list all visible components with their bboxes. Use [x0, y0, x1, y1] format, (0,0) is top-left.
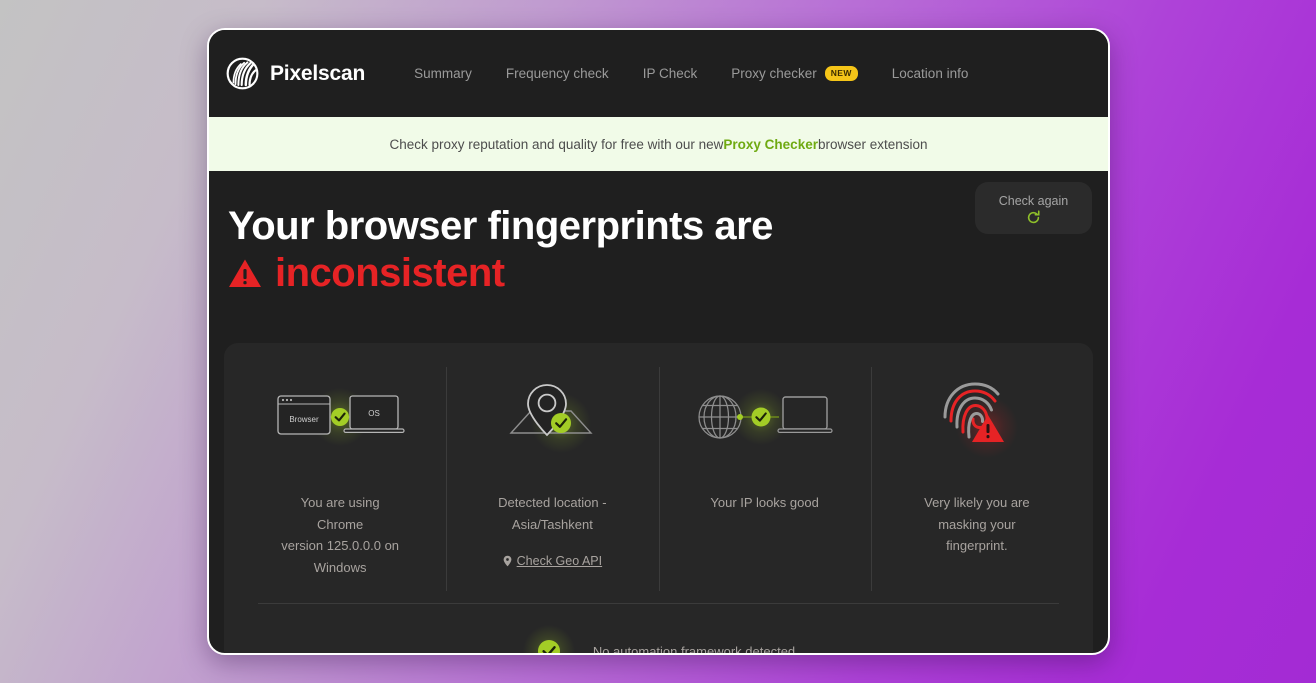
- location-pin-icon: [503, 555, 512, 567]
- card-text-line: masking your: [924, 514, 1030, 536]
- globe-to-laptop-check-icon: [695, 365, 835, 469]
- top-navigation-bar: Pixelscan Summary Frequency check IP Che…: [209, 30, 1108, 117]
- brand-name: Pixelscan: [270, 62, 365, 86]
- automation-status-row: No automation framework detected: [234, 604, 1083, 655]
- nav-item-location-info[interactable]: Location info: [875, 58, 986, 89]
- card-ip-text: Your IP looks good: [710, 492, 818, 514]
- card-ip: Your IP looks good: [659, 365, 871, 593]
- nav-item-label: IP Check: [643, 66, 698, 81]
- check-geo-api-label: Check Geo API: [517, 554, 602, 568]
- status-line: inconsistent: [228, 251, 1084, 296]
- card-browser-os: Browser OS You are using Chrome version …: [234, 365, 446, 593]
- fingerprint-warning-icon: [925, 365, 1029, 469]
- warning-triangle-icon: [228, 258, 262, 289]
- nav-item-label: Frequency check: [506, 66, 609, 81]
- nav-item-frequency-check[interactable]: Frequency check: [489, 58, 626, 89]
- card-text-line: Detected location -: [498, 492, 606, 514]
- nav-item-label: Proxy checker: [731, 66, 817, 81]
- page-title: Your browser fingerprints are: [228, 203, 928, 250]
- nav-item-label: Location info: [892, 66, 969, 81]
- card-location-text: Detected location - Asia/Tashkent: [498, 492, 606, 536]
- promo-highlight-link[interactable]: Proxy Checker: [723, 137, 818, 152]
- promo-suffix: browser extension: [818, 137, 928, 152]
- card-browser-os-text: You are using Chrome version 125.0.0.0 o…: [281, 492, 399, 579]
- check-again-label: Check again: [999, 194, 1069, 208]
- card-text-line: fingerprint.: [924, 535, 1030, 557]
- nav-item-summary[interactable]: Summary: [397, 58, 489, 89]
- card-text-line: version 125.0.0.0 on: [281, 535, 399, 557]
- card-text-line: Very likely you are: [924, 492, 1030, 514]
- pixelscan-spiral-logo-icon: [226, 57, 259, 90]
- nav-item-proxy-checker[interactable]: Proxy checker NEW: [714, 58, 875, 89]
- card-text-line: Chrome: [281, 514, 399, 536]
- green-check-glow-icon: [522, 624, 576, 655]
- new-badge: NEW: [825, 66, 858, 80]
- nav-item-label: Summary: [414, 66, 472, 81]
- hero-section: Your browser fingerprints are inconsiste…: [209, 171, 1108, 296]
- card-text-line: Your IP looks good: [710, 492, 818, 514]
- results-panel: Browser OS You are using Chrome version …: [224, 343, 1093, 655]
- check-again-button[interactable]: Check again: [975, 182, 1092, 234]
- card-text-line: Asia/Tashkent: [498, 514, 606, 536]
- card-text-line: You are using: [281, 492, 399, 514]
- card-fingerprint-text: Very likely you are masking your fingerp…: [924, 492, 1030, 557]
- browser-window: Pixelscan Summary Frequency check IP Che…: [207, 28, 1110, 655]
- card-text-line: Windows: [281, 557, 399, 579]
- promo-prefix: Check proxy reputation and quality for f…: [389, 137, 723, 152]
- svg-text:Browser: Browser: [289, 415, 319, 424]
- brand-logo-area[interactable]: Pixelscan: [226, 57, 365, 90]
- automation-status-text: No automation framework detected: [593, 644, 795, 655]
- promo-banner[interactable]: Check proxy reputation and quality for f…: [209, 117, 1108, 171]
- map-pin-check-icon: [497, 365, 607, 469]
- refresh-icon: [1026, 210, 1041, 225]
- nav-links: Summary Frequency check IP Check Proxy c…: [397, 58, 985, 89]
- svg-text:OS: OS: [368, 409, 380, 418]
- fingerprint-status: inconsistent: [275, 251, 505, 296]
- check-geo-api-link[interactable]: Check Geo API: [503, 554, 602, 568]
- results-cards: Browser OS You are using Chrome version …: [234, 365, 1083, 593]
- card-fingerprint: Very likely you are masking your fingerp…: [871, 365, 1083, 593]
- browser-to-os-check-icon: Browser OS: [274, 365, 406, 469]
- card-location: Detected location - Asia/Tashkent Check …: [446, 365, 658, 593]
- nav-item-ip-check[interactable]: IP Check: [626, 58, 715, 89]
